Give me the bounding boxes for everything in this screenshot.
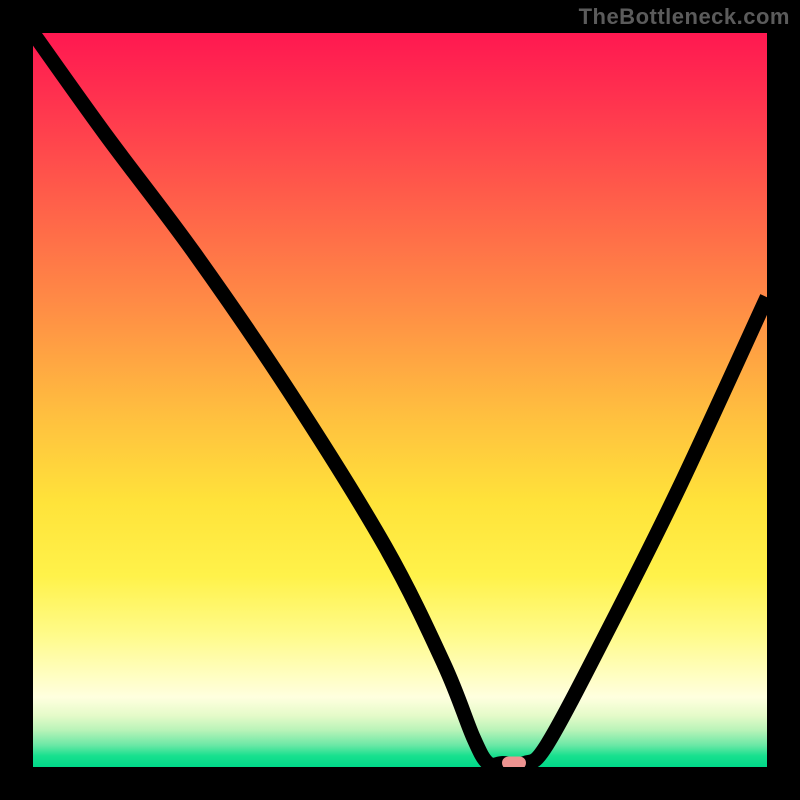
bottleneck-curve: [33, 33, 767, 767]
chart-frame: TheBottleneck.com: [0, 0, 800, 800]
optimal-point-marker: [502, 757, 526, 767]
plot-area: [33, 33, 767, 767]
watermark-text: TheBottleneck.com: [579, 4, 790, 30]
curve-path: [33, 33, 767, 765]
